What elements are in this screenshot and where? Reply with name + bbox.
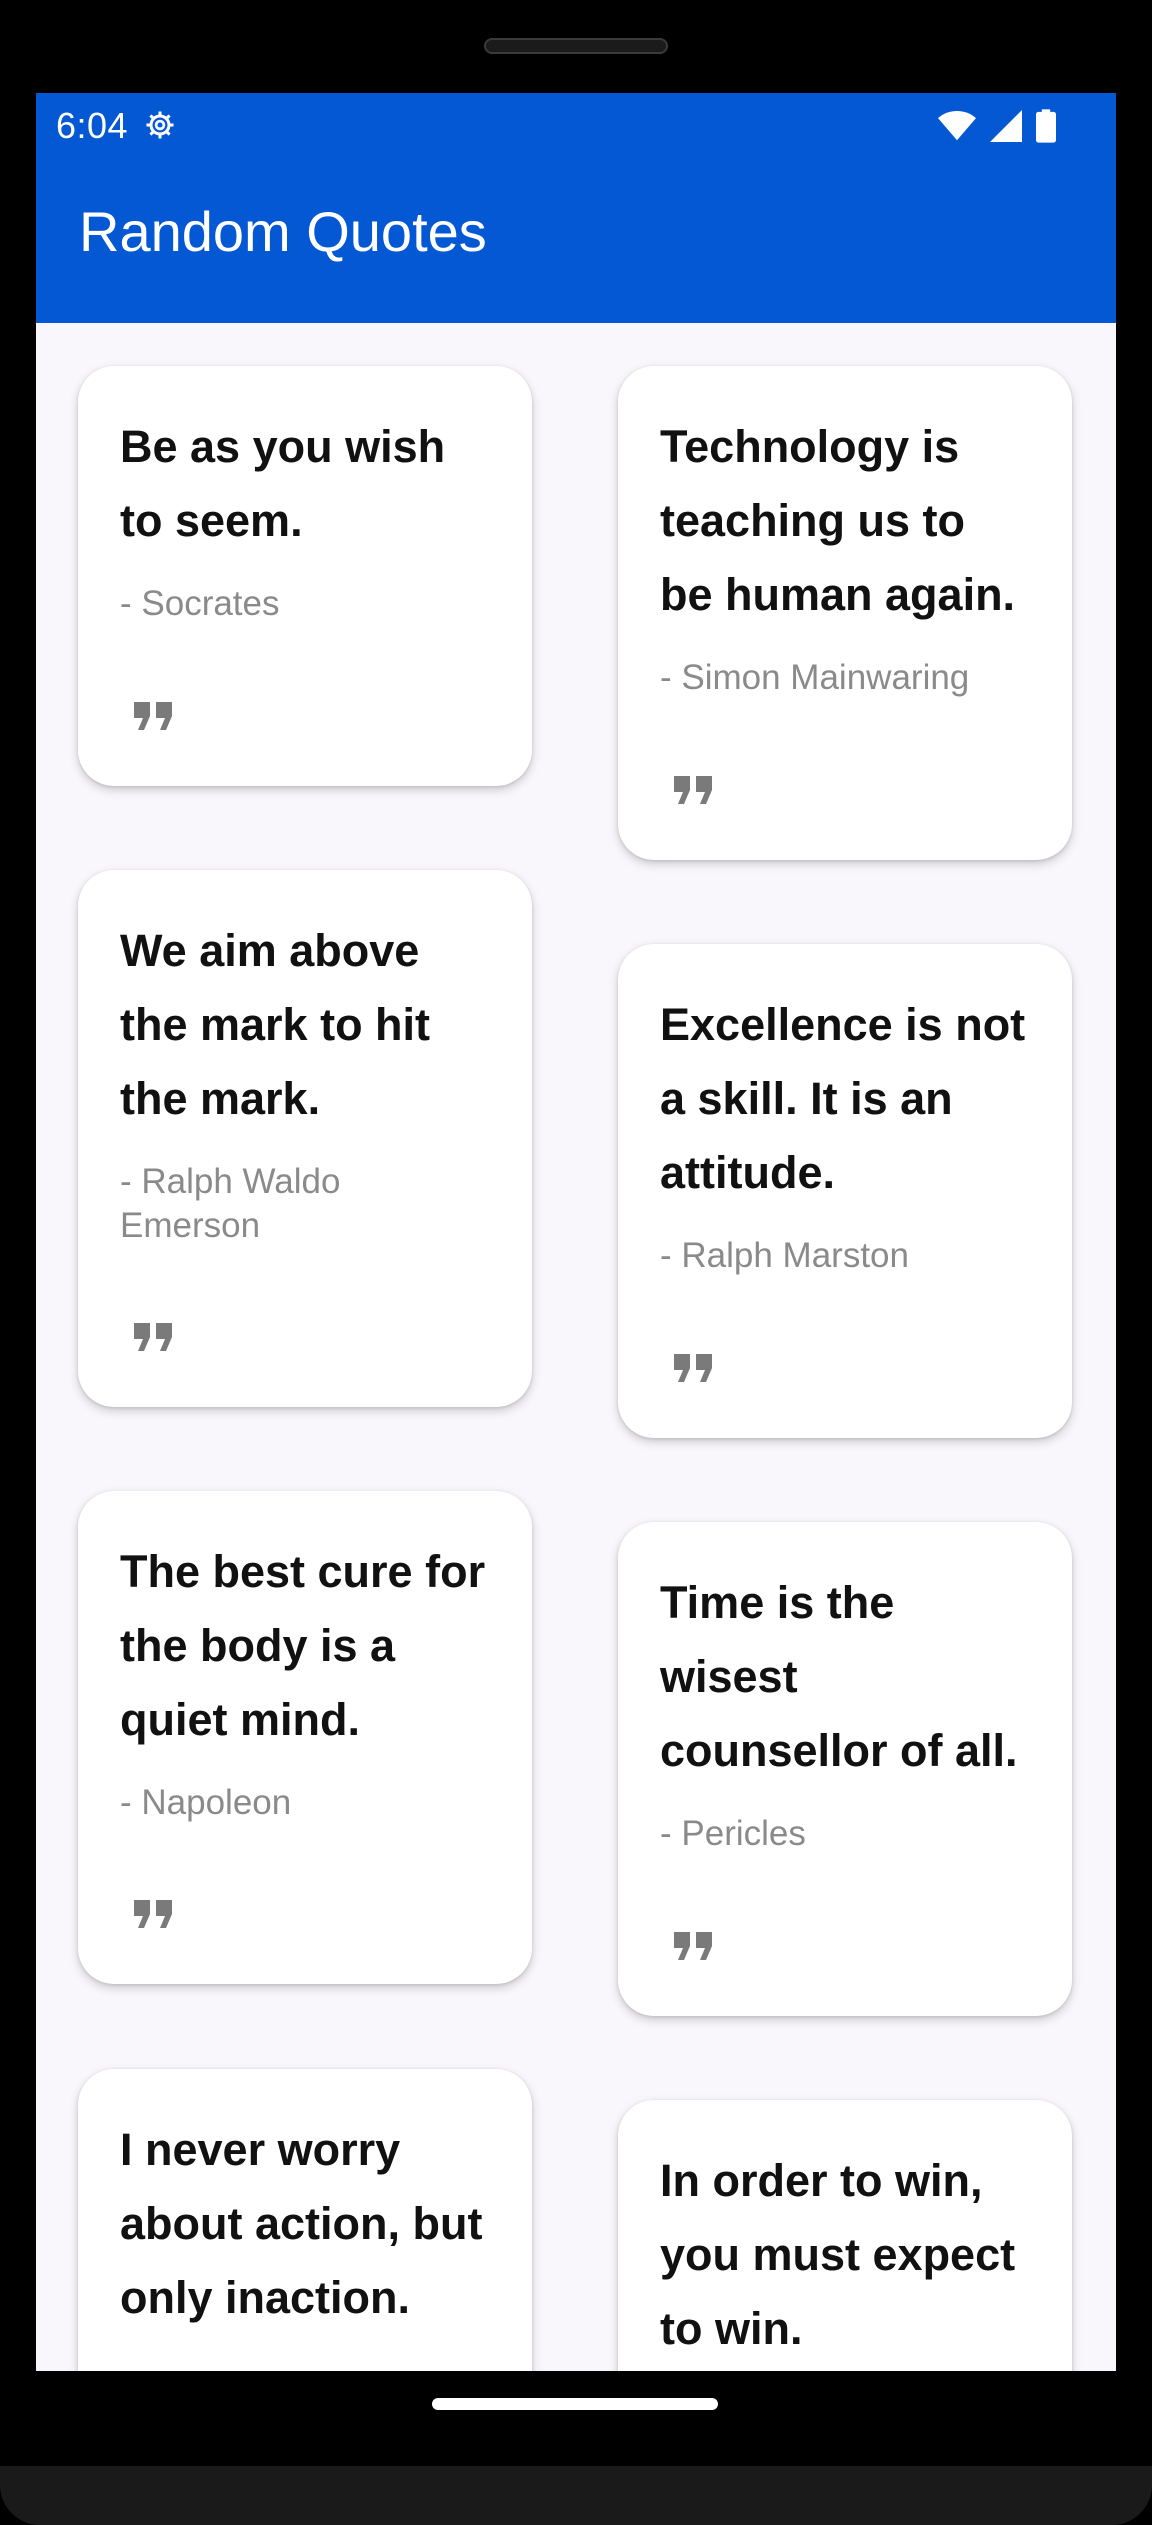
quote-text: Be as you wish to seem. [120,421,446,546]
quote-text: Technology is teaching us to be human ag… [660,421,1016,620]
quote-card[interactable]: In order to win, you must expect to win. [618,2100,1072,2371]
quote-text: The best cure for the body is a quiet mi… [120,1546,486,1745]
quote-card[interactable]: Time is the wisest counsellor of all. - … [618,1522,1072,2016]
quote-card[interactable]: I never worry about action, but only ina… [78,2069,532,2371]
quote-mark-icon [134,1323,172,1351]
device-bottom-bezel [0,2466,1152,2525]
quote-card[interactable]: Be as you wish to seem. - Socrates [78,366,532,786]
quote-text: I never worry about action, but only ina… [120,2124,483,2323]
settings-gear-icon [146,111,174,139]
quote-mark-icon [134,702,172,730]
app-bar: Random Quotes [36,159,1116,323]
quote-text: Time is the wisest counsellor of all. [660,1577,1018,1776]
navigation-bar [0,2371,1152,2467]
screen: 6:04 Random Quotes Be as you wish to see… [36,93,1116,2371]
quote-text: We aim above the mark to hit the mark. [120,925,431,1124]
quote-card[interactable]: Excellence is not a skill. It is an atti… [618,944,1072,1438]
quote-author: - Simon Mainwaring [660,658,970,697]
quote-author: - Ralph Marston [660,1236,909,1275]
quote-mark-icon [674,1932,712,1960]
quote-author: - Pericles [660,1814,806,1853]
device-frame: 6:04 Random Quotes Be as you wish to see… [0,0,1152,2525]
quote-author: - Napoleon [120,1783,292,1822]
quote-text: Excellence is not a skill. It is an atti… [660,999,1026,1198]
quote-author: - Socrates [120,584,280,623]
battery-icon [1036,109,1056,143]
quote-text: In order to win, you must expect to win. [660,2155,1016,2354]
home-gesture-handle[interactable] [432,2398,718,2410]
quote-mark-icon [134,1900,172,1928]
cell-signal-icon [990,110,1022,142]
status-time: 6:04 [56,105,129,146]
quote-mark-icon [674,1354,712,1382]
quote-author: - Ralph Waldo Emerson [120,1162,341,1245]
earpiece-speaker [484,38,668,54]
quote-card[interactable]: Technology is teaching us to be human ag… [618,366,1072,860]
quote-card[interactable]: The best cure for the body is a quiet mi… [78,1491,532,1984]
wifi-icon [938,110,976,141]
quote-card[interactable]: We aim above the mark to hit the mark. -… [78,870,532,1407]
status-bar: 6:04 [36,93,1116,159]
quote-mark-icon [674,776,712,804]
app-title: Random Quotes [79,200,487,263]
